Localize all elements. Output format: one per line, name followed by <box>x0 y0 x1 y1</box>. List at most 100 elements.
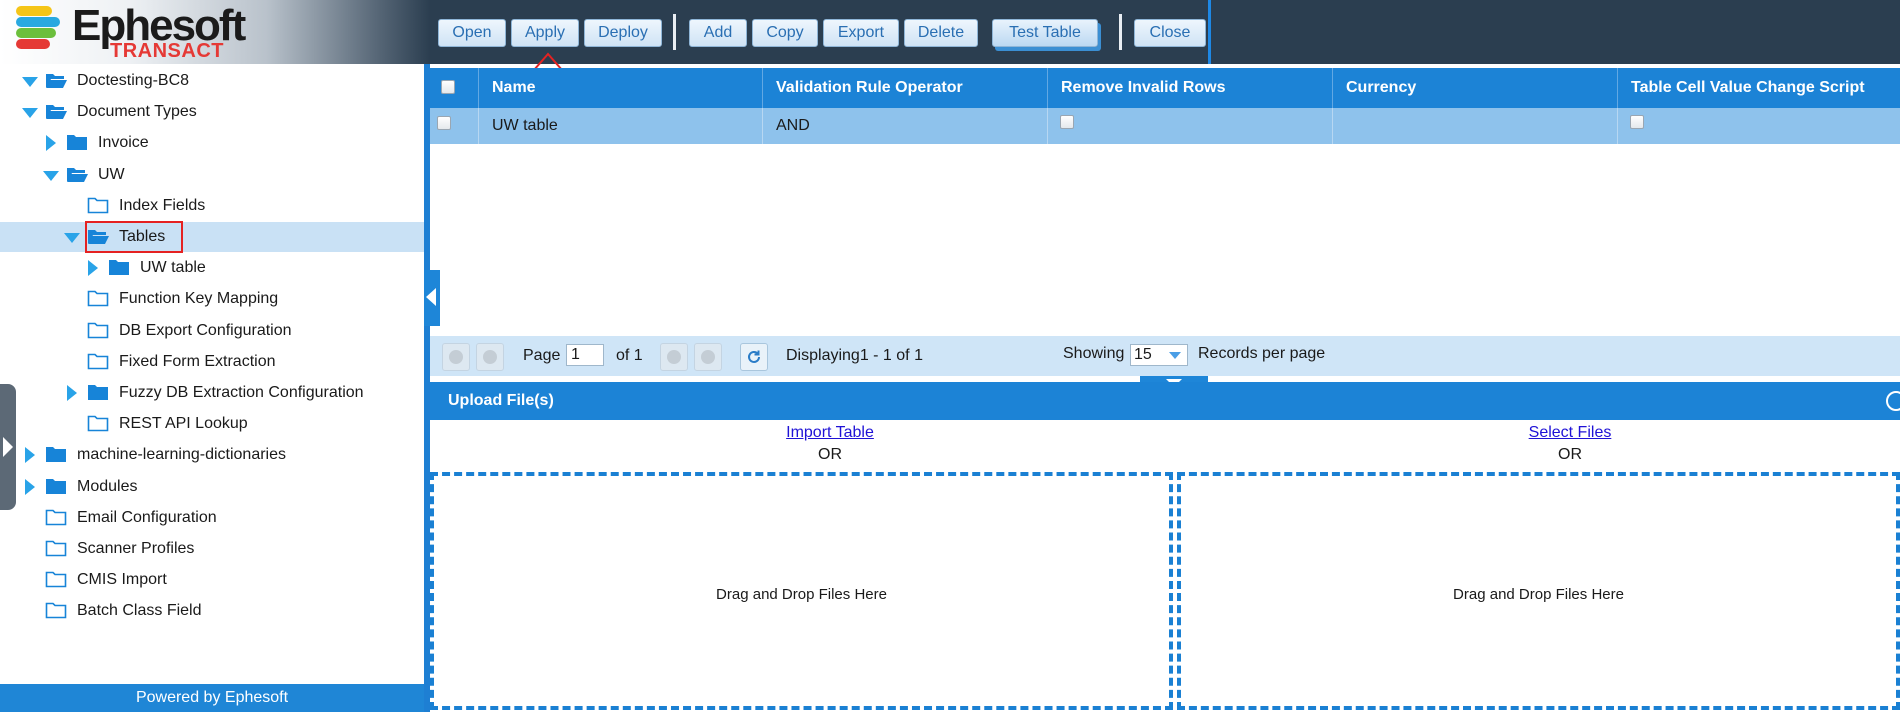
annotation-highlight-box <box>85 221 183 253</box>
upload-panel-header: Upload File(s) <box>430 382 1900 420</box>
toolbar-divider <box>1119 14 1122 50</box>
caret-down-icon[interactable] <box>64 233 80 243</box>
tree-item-label: Invoice <box>98 134 149 152</box>
import-table-dropzone[interactable]: Drag and Drop Files Here <box>430 472 1173 710</box>
column-header-remove-invalid-rows[interactable]: Remove Invalid Rows <box>1047 68 1332 108</box>
folder-open-icon <box>46 105 67 120</box>
caret-down-icon[interactable] <box>43 170 59 181</box>
deploy-button[interactable]: Deploy <box>584 19 662 47</box>
tree-item[interactable]: Batch Class Field <box>0 596 424 626</box>
tree-item[interactable]: Modules <box>0 472 424 502</box>
tree-item[interactable]: Fuzzy DB Extraction Configuration <box>0 378 424 408</box>
add-button[interactable]: Add <box>689 19 747 47</box>
tree-item[interactable]: UW table <box>0 253 424 283</box>
previous-page-button[interactable] <box>476 343 504 371</box>
collapse-chevron-icon[interactable] <box>1886 391 1900 411</box>
folder-open-icon <box>67 167 88 182</box>
folder-outline-icon <box>45 571 67 588</box>
caret-down-icon[interactable] <box>22 108 38 119</box>
next-page-button[interactable] <box>660 343 688 371</box>
cell-validation-rule-operator[interactable]: AND <box>762 108 1047 144</box>
delete-button[interactable]: Delete <box>904 19 978 47</box>
folder-icon <box>46 447 66 463</box>
tree-item[interactable]: CMIS Import <box>0 565 424 595</box>
chevron-down-icon <box>1169 352 1181 359</box>
tree-item[interactable]: Doctesting-BC8 <box>0 66 424 96</box>
tree-item[interactable]: Document Types <box>0 97 424 127</box>
copy-button[interactable]: Copy <box>752 19 818 47</box>
tree-item[interactable]: Tables <box>0 221 424 253</box>
first-page-icon <box>449 350 463 364</box>
folder-outline-icon <box>87 415 109 432</box>
remove-invalid-rows-checkbox[interactable] <box>1060 115 1074 129</box>
caret-right-icon[interactable] <box>25 447 35 464</box>
tree-item[interactable]: DB Export Configuration <box>0 316 424 346</box>
page-count-label: of 1 <box>616 347 643 364</box>
expand-panel-handle[interactable] <box>0 384 16 510</box>
caret-right-icon[interactable] <box>67 385 77 401</box>
tree-item-label: UW <box>98 165 125 183</box>
cell-currency[interactable] <box>1332 108 1617 144</box>
row-select-checkbox[interactable] <box>437 116 451 130</box>
tree-item-label: Scanner Profiles <box>77 540 195 557</box>
toolbar-divider <box>673 14 676 50</box>
folder-outline-icon <box>45 603 67 619</box>
previous-page-icon <box>483 350 497 364</box>
close-button[interactable]: Close <box>1134 19 1206 47</box>
refresh-button[interactable] <box>740 343 768 371</box>
tables-grid: Name Validation Rule Operator Remove Inv… <box>430 64 1900 336</box>
table-row[interactable]: UW table AND <box>430 108 1900 144</box>
tree-item-label: Modules <box>77 477 138 495</box>
select-files-link[interactable]: Select Files <box>1490 424 1650 442</box>
tree-item-label: DB Export Configuration <box>119 321 292 339</box>
tree-item-label: REST API Lookup <box>119 415 248 433</box>
row-select-cell <box>430 108 478 144</box>
tree-item-label: CMIS Import <box>77 571 167 589</box>
tree-item-label: Email Configuration <box>77 508 217 526</box>
folder-outline-icon <box>87 197 109 214</box>
column-header-validation-rule-operator[interactable]: Validation Rule Operator <box>762 68 1047 108</box>
caret-right-icon[interactable] <box>88 260 98 277</box>
tree-item[interactable]: Scanner Profiles <box>0 534 424 564</box>
last-page-button[interactable] <box>694 343 722 371</box>
caret-right-icon[interactable] <box>46 135 56 152</box>
tree-item-label: Fuzzy DB Extraction Configuration <box>119 384 364 401</box>
tree-item[interactable]: Index Fields <box>0 191 424 221</box>
test-table-button[interactable]: Test Table <box>992 19 1098 47</box>
export-button[interactable]: Export <box>823 19 899 47</box>
tree-item[interactable]: Function Key Mapping <box>0 284 424 314</box>
column-header-currency[interactable]: Currency <box>1332 68 1617 108</box>
page-number-input[interactable] <box>566 344 604 366</box>
column-header-table-cell-value-change-script[interactable]: Table Cell Value Change Script <box>1617 68 1900 108</box>
tree-item[interactable]: REST API Lookup <box>0 409 424 439</box>
cell-name[interactable]: UW table <box>478 108 762 144</box>
caret-right-icon[interactable] <box>25 478 35 495</box>
select-all-cell <box>430 68 478 108</box>
column-header-name[interactable]: Name <box>478 68 762 108</box>
tree-item-label: UW table <box>140 259 206 277</box>
folder-outline-icon <box>45 540 67 557</box>
select-all-checkbox[interactable] <box>441 80 455 94</box>
first-page-button[interactable] <box>442 343 470 371</box>
tree-item[interactable]: machine-learning-dictionaries <box>0 440 424 470</box>
folder-outline-icon <box>87 291 109 307</box>
folder-open-icon <box>46 74 67 88</box>
records-per-page-label: Records per page <box>1198 345 1326 362</box>
caret-down-icon[interactable] <box>22 77 38 87</box>
dropzone-text: Drag and Drop Files Here <box>716 586 887 603</box>
records-per-page-select[interactable]: 15 <box>1130 344 1188 366</box>
tree-item[interactable]: Email Configuration <box>0 503 424 533</box>
tree-item[interactable]: Fixed Form Extraction <box>0 347 424 377</box>
apply-button[interactable]: Apply <box>511 19 579 47</box>
tree-item[interactable]: Invoice <box>0 128 424 158</box>
table-cell-value-change-script-checkbox[interactable] <box>1630 115 1644 129</box>
showing-label: Showing <box>1063 345 1125 362</box>
upload-panel: Import Table OR Select Files OR Drag and… <box>430 420 1900 712</box>
import-table-link[interactable]: Import Table <box>750 424 910 442</box>
select-files-dropzone[interactable]: Drag and Drop Files Here <box>1177 472 1900 710</box>
upload-panel-title: Upload File(s) <box>448 392 554 409</box>
header-divider <box>1208 0 1211 64</box>
open-button[interactable]: Open <box>438 19 506 47</box>
tree-item[interactable]: UW <box>0 160 424 190</box>
logo-icon <box>16 6 70 52</box>
